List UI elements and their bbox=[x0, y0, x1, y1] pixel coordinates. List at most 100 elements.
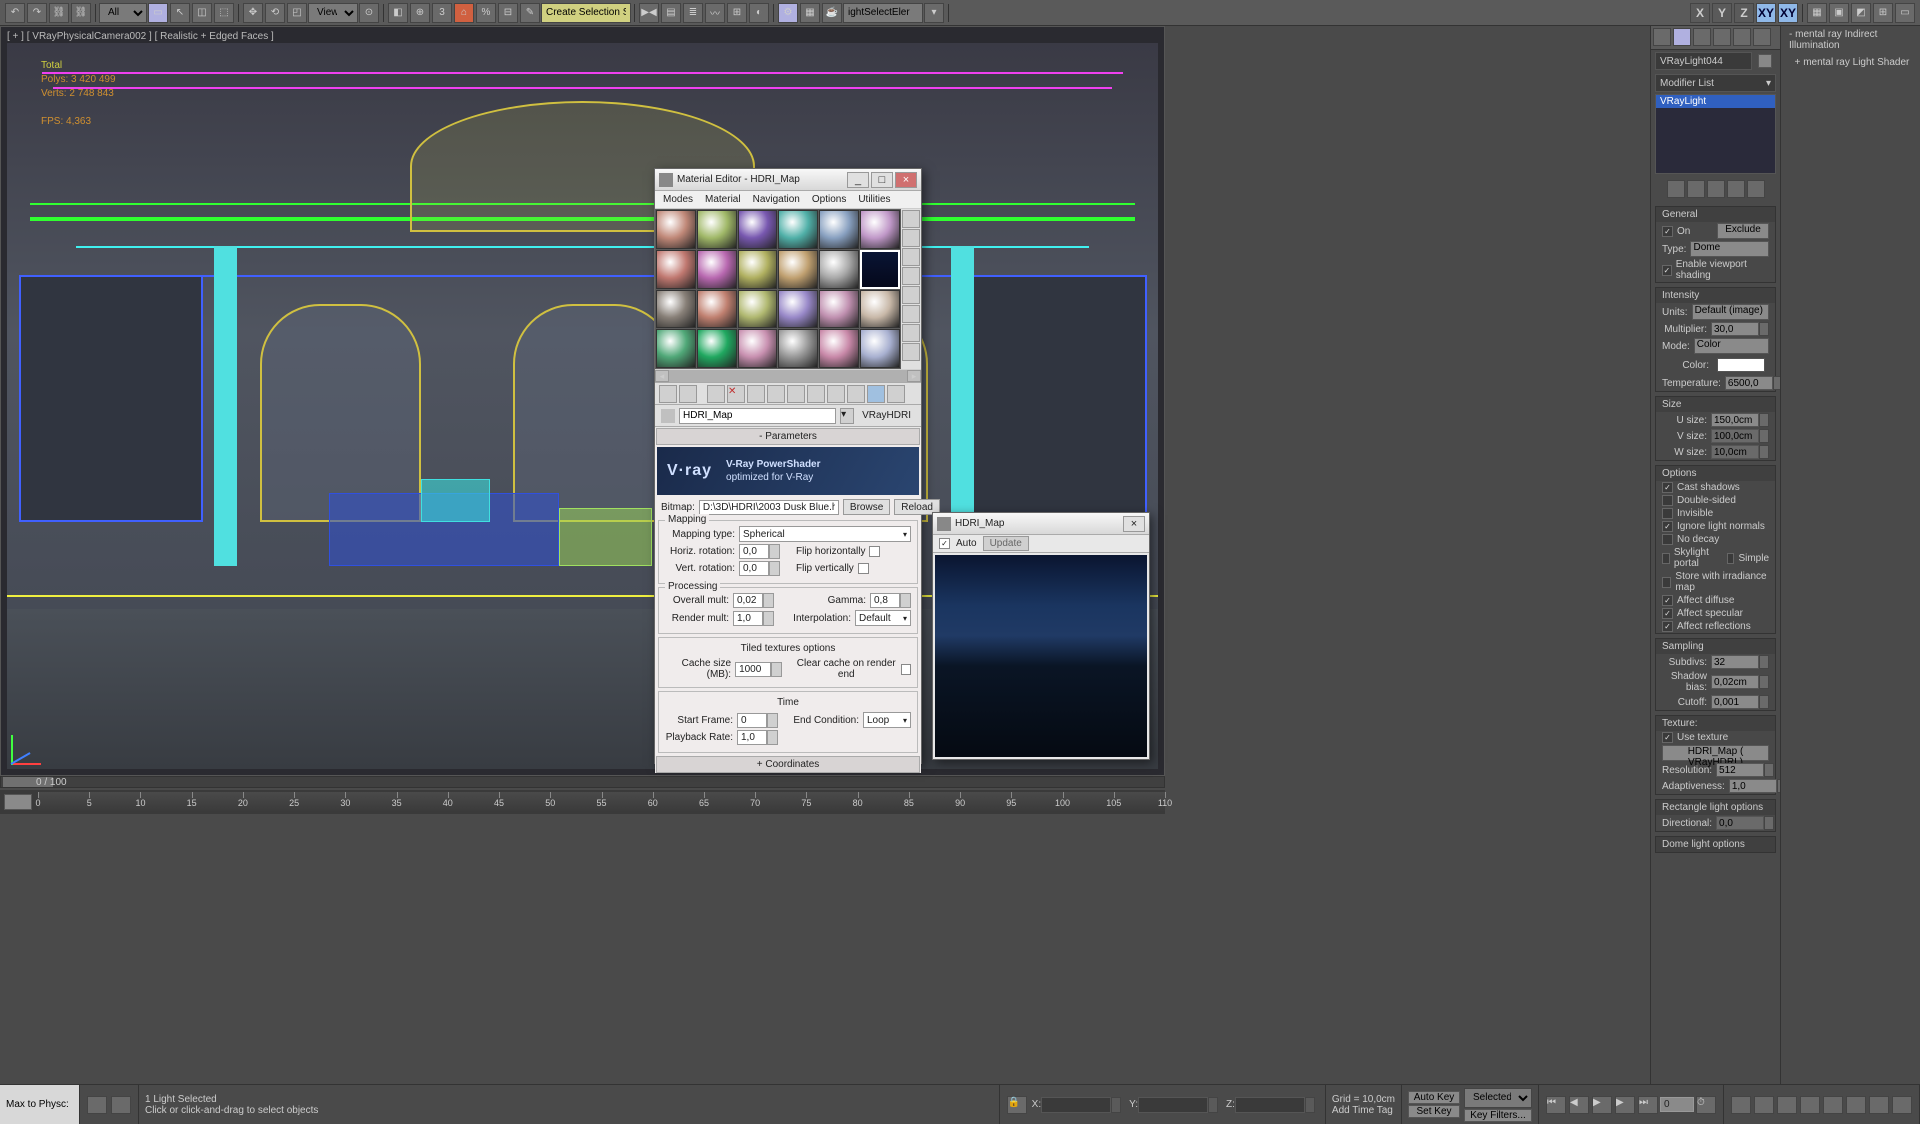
minimize-icon[interactable]: _ bbox=[847, 172, 869, 188]
adapt-field[interactable] bbox=[1729, 779, 1777, 793]
update-button[interactable]: Update bbox=[983, 536, 1029, 551]
unique-icon[interactable] bbox=[1707, 180, 1725, 198]
backlight-icon[interactable] bbox=[902, 229, 920, 247]
diff-check[interactable]: ✓ bbox=[1662, 595, 1673, 606]
rollout-texture[interactable]: Texture: bbox=[1656, 716, 1775, 731]
coord-z-field[interactable] bbox=[1235, 1097, 1305, 1113]
material-swatch[interactable] bbox=[819, 329, 859, 368]
motion-tab-icon[interactable] bbox=[1713, 28, 1731, 46]
spec-check[interactable]: ✓ bbox=[1662, 608, 1673, 619]
material-editor-titlebar[interactable]: Material Editor - HDRI_Map _ □ × bbox=[655, 169, 921, 191]
modifier-list-drop[interactable]: Modifier List▾ bbox=[1655, 74, 1776, 92]
hrot-field[interactable] bbox=[739, 544, 769, 559]
render-frame-icon[interactable]: ▦ bbox=[800, 3, 820, 23]
mode-drop[interactable]: Color bbox=[1694, 338, 1769, 354]
object-filter-field[interactable] bbox=[843, 3, 923, 23]
add-time-tag[interactable]: Add Time Tag bbox=[1332, 1105, 1395, 1116]
play-icon[interactable]: ▶ bbox=[1592, 1096, 1612, 1114]
sample-type-icon[interactable] bbox=[902, 210, 920, 228]
directional-field[interactable] bbox=[1716, 816, 1764, 830]
snap-toggle-icon[interactable]: 3 bbox=[432, 3, 452, 23]
prev-frame-icon[interactable]: ◀ bbox=[1569, 1096, 1589, 1114]
render-icon[interactable]: ☕ bbox=[822, 3, 842, 23]
rollout-dome[interactable]: Dome light options bbox=[1656, 837, 1775, 852]
material-swatch[interactable] bbox=[860, 329, 900, 368]
menu-options[interactable]: Options bbox=[812, 194, 846, 205]
axis-z-button[interactable]: Z bbox=[1734, 3, 1754, 23]
select-arrow-icon[interactable]: ↖ bbox=[170, 3, 190, 23]
viewport-hscroll[interactable] bbox=[0, 776, 1165, 788]
inv-check[interactable] bbox=[1662, 508, 1673, 519]
bitmap-field[interactable] bbox=[699, 500, 839, 515]
ds-check[interactable] bbox=[1662, 495, 1673, 506]
browse-button[interactable]: Browse bbox=[843, 499, 890, 515]
object-name-field[interactable]: VRayLight044 bbox=[1655, 52, 1752, 70]
material-swatch[interactable] bbox=[656, 250, 696, 289]
display-tab-icon[interactable] bbox=[1733, 28, 1751, 46]
put-library-icon[interactable] bbox=[787, 385, 805, 403]
preview-icon[interactable] bbox=[902, 305, 920, 323]
auto-check[interactable]: ✓ bbox=[939, 538, 950, 549]
time-ruler[interactable]: 0510152025303540455055606570758085909510… bbox=[38, 792, 1165, 812]
hierarchy-tab-icon[interactable] bbox=[1693, 28, 1711, 46]
close-icon[interactable]: × bbox=[1123, 516, 1145, 532]
selection-filter-drop[interactable]: All bbox=[99, 3, 147, 23]
scale-icon[interactable]: ◰ bbox=[287, 3, 307, 23]
show-map-icon[interactable] bbox=[827, 385, 845, 403]
material-swatch[interactable] bbox=[860, 250, 900, 289]
goto-start-icon[interactable]: ⏮ bbox=[1546, 1096, 1566, 1114]
material-type-button[interactable]: VRayHDRI bbox=[858, 410, 915, 421]
select-by-mat-icon[interactable] bbox=[902, 343, 920, 361]
undo-icon[interactable]: ↶ bbox=[5, 3, 25, 23]
clearcache-check[interactable] bbox=[901, 664, 911, 675]
modifier-stack[interactable]: VRayLight bbox=[1655, 94, 1776, 174]
material-swatch[interactable] bbox=[819, 210, 859, 249]
vsize-field[interactable] bbox=[1711, 429, 1759, 443]
config-sets-icon[interactable] bbox=[1747, 180, 1765, 198]
create-tab-icon[interactable] bbox=[1653, 28, 1671, 46]
irr-check[interactable] bbox=[1662, 577, 1671, 588]
material-swatch[interactable] bbox=[738, 329, 778, 368]
startframe-field[interactable] bbox=[737, 713, 767, 728]
units-drop[interactable]: Default (image) bbox=[1692, 304, 1769, 320]
goto-end-icon[interactable]: ⏭ bbox=[1638, 1096, 1658, 1114]
material-swatch[interactable] bbox=[778, 329, 818, 368]
material-swatch[interactable] bbox=[778, 210, 818, 249]
material-swatch[interactable] bbox=[738, 250, 778, 289]
material-swatch[interactable] bbox=[656, 210, 696, 249]
autokey-mode-drop[interactable]: Selected bbox=[1464, 1088, 1532, 1108]
mirror-icon[interactable]: ▶◀ bbox=[639, 3, 659, 23]
fliph-check[interactable] bbox=[869, 546, 880, 557]
temp-field[interactable] bbox=[1725, 376, 1773, 390]
uvtile-icon[interactable] bbox=[902, 267, 920, 285]
texmap-button[interactable]: HDRI_Map ( VRayHDRI ) bbox=[1662, 745, 1769, 761]
color-swatch[interactable] bbox=[1717, 358, 1765, 372]
pin-stack-icon[interactable] bbox=[1667, 180, 1685, 198]
ign-check[interactable]: ✓ bbox=[1662, 521, 1673, 532]
axis-y-button[interactable]: Y bbox=[1712, 3, 1732, 23]
spinner-snap-icon[interactable]: ⊟ bbox=[498, 3, 518, 23]
render-setup-icon[interactable]: ⚙ bbox=[778, 3, 798, 23]
material-swatch[interactable] bbox=[697, 290, 737, 329]
endcond-drop[interactable]: Loop bbox=[863, 712, 911, 728]
autokey-button[interactable]: Auto Key bbox=[1408, 1091, 1460, 1104]
menu-modes[interactable]: Modes bbox=[663, 194, 693, 205]
evs-check[interactable]: ✓ bbox=[1662, 265, 1672, 276]
select-icon[interactable]: ▭ bbox=[148, 3, 168, 23]
filter-arrow-icon[interactable]: ▾ bbox=[924, 3, 944, 23]
axis-xy-button[interactable]: XY bbox=[1756, 3, 1776, 23]
curve-editor-icon[interactable]: 〰 bbox=[705, 3, 725, 23]
prod-item-1[interactable]: - mental ray Indirect Illumination bbox=[1781, 26, 1920, 54]
rollout-intensity[interactable]: Intensity bbox=[1656, 288, 1775, 303]
swatch-hscroll[interactable]: ◂▸ bbox=[655, 369, 921, 383]
zoom-ext-all-icon[interactable] bbox=[1800, 1096, 1820, 1114]
material-swatch[interactable] bbox=[656, 290, 696, 329]
material-swatch[interactable] bbox=[738, 210, 778, 249]
material-swatch[interactable] bbox=[697, 210, 737, 249]
material-swatch[interactable] bbox=[819, 290, 859, 329]
menu-utilities[interactable]: Utilities bbox=[858, 194, 890, 205]
res-field[interactable] bbox=[1716, 763, 1764, 777]
unlink-icon[interactable]: ⛓ bbox=[71, 3, 91, 23]
put-material-icon[interactable] bbox=[679, 385, 697, 403]
object-color-swatch[interactable] bbox=[1758, 54, 1772, 68]
